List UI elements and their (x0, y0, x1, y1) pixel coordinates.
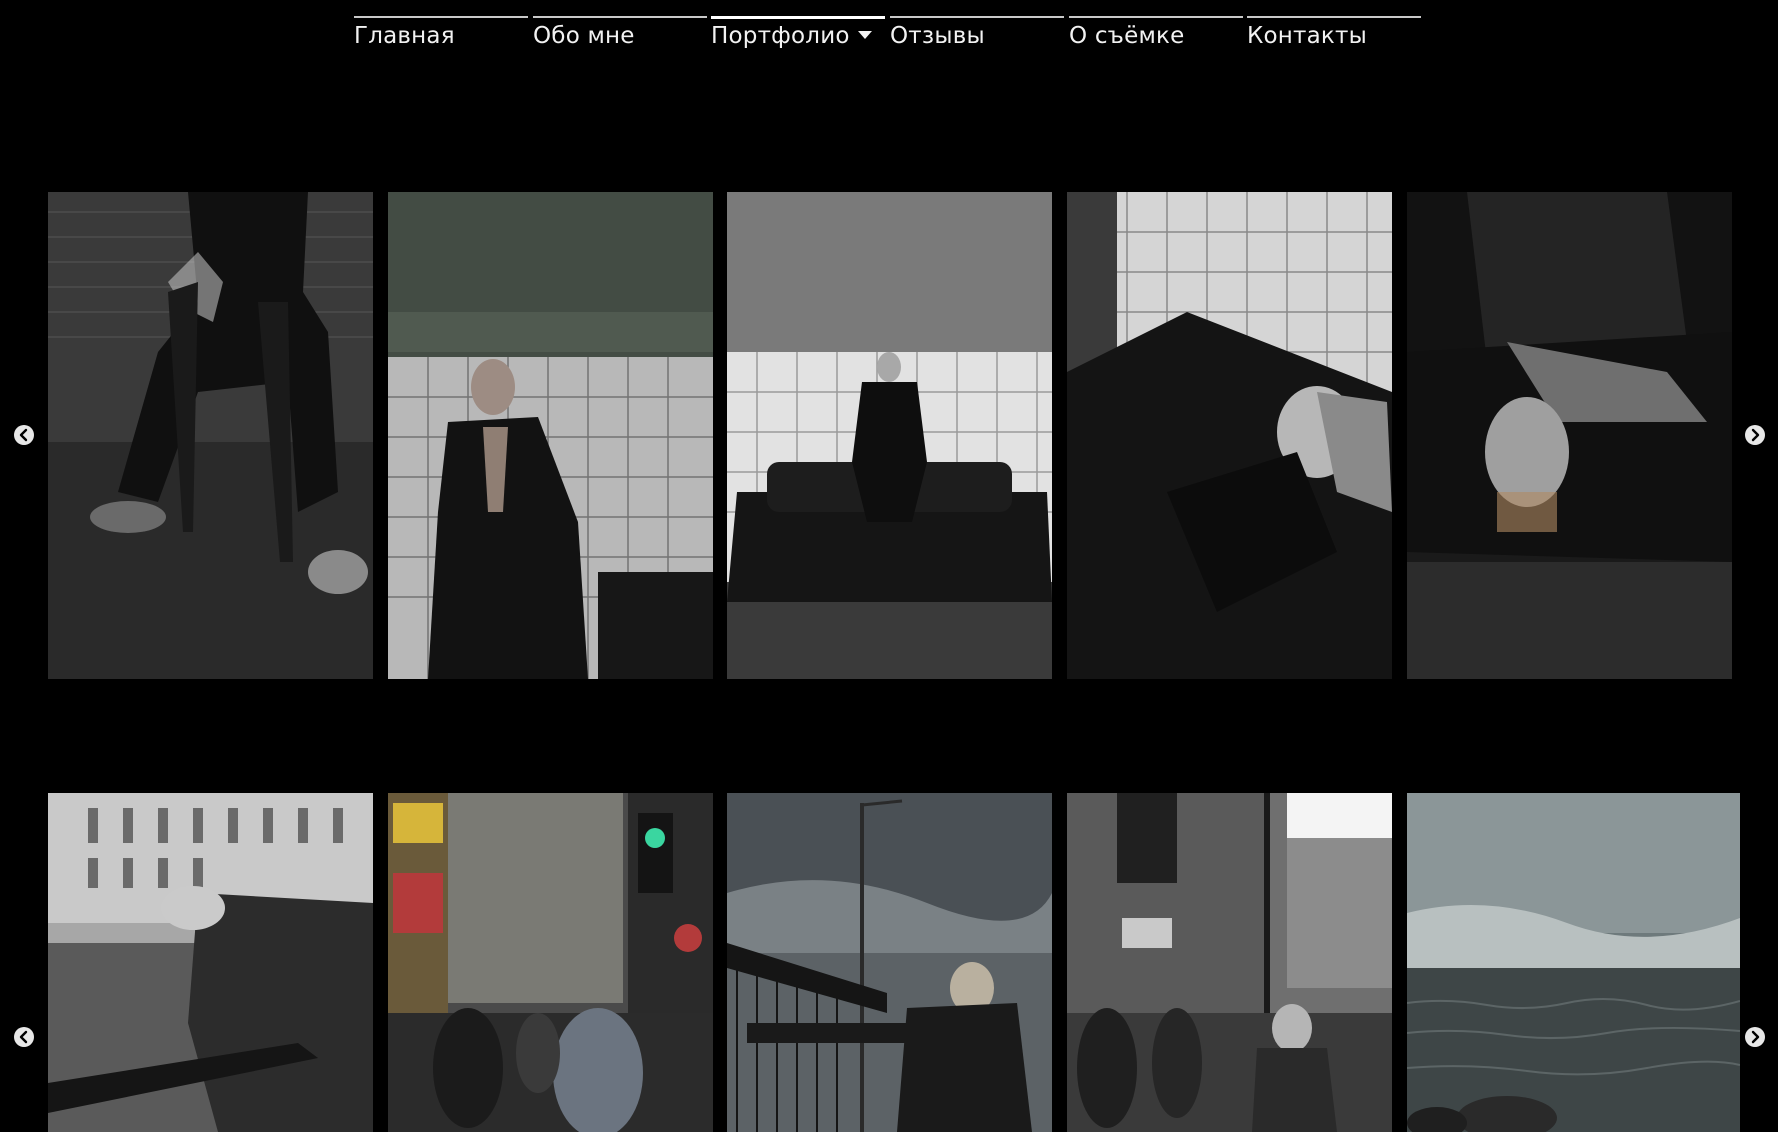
photo-woman-on-chair[interactable] (48, 192, 373, 679)
nav-item-portfolio[interactable]: Портфолио (711, 16, 885, 52)
chevron-left-icon[interactable] (14, 425, 34, 445)
chevron-right-icon[interactable] (1745, 1027, 1765, 1047)
photo-woman-against-tiles[interactable] (388, 192, 713, 679)
chevron-right-icon[interactable] (1745, 425, 1765, 445)
nav-item-label: Отзывы (890, 23, 985, 49)
photo-woman-leaning-on-railing[interactable] (48, 793, 373, 1132)
nav-item-label: Портфолио (711, 23, 850, 49)
nav-item-label: Обо мне (533, 23, 635, 49)
photo-woman-on-street-corner[interactable] (1067, 793, 1392, 1132)
nav-item-home[interactable]: Главная (354, 16, 528, 52)
chevron-left-icon[interactable] (14, 1027, 34, 1047)
main-navigation: Главная Обо мне Портфолио Отзывы О съёмк… (0, 0, 1778, 60)
photo-woman-lying-close-up[interactable] (1407, 192, 1732, 679)
caret-down-icon[interactable] (857, 31, 872, 39)
photo-woman-on-bridge[interactable] (727, 793, 1052, 1132)
gallery-carousel-2 (0, 793, 1778, 1132)
photo-woman-lying-on-sofa[interactable] (1067, 192, 1392, 679)
nav-item-label: Главная (354, 23, 455, 49)
nav-item-label: Контакты (1247, 23, 1367, 49)
nav-item-about-shoot[interactable]: О съёмке (1069, 16, 1243, 52)
nav-item-contacts[interactable]: Контакты (1247, 16, 1421, 52)
nav-item-reviews[interactable]: Отзывы (890, 16, 1064, 52)
nav-item-label: О съёмке (1069, 23, 1185, 49)
photo-sea-and-sky[interactable] (1407, 793, 1740, 1132)
nav-item-about[interactable]: Обо мне (533, 16, 707, 52)
photo-woman-on-sofa[interactable] (727, 192, 1052, 679)
photo-street-crowd-traffic-light[interactable] (388, 793, 713, 1132)
gallery-carousel-1 (0, 192, 1778, 679)
